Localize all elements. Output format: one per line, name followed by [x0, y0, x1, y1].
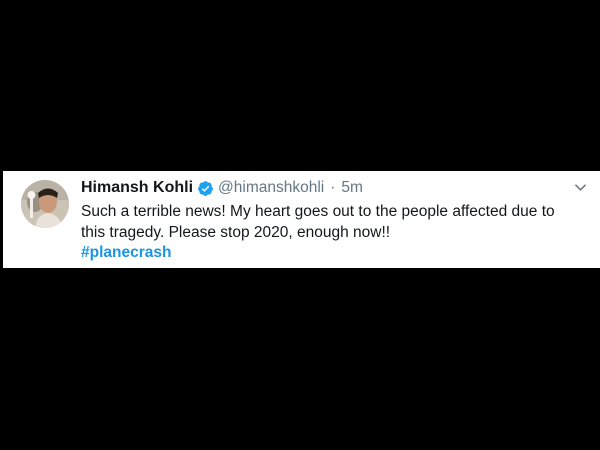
separator-dot: · [330, 179, 336, 196]
tweet-text-line: this tragedy. Please stop 2020, enough n… [81, 223, 391, 241]
chevron-down-icon[interactable] [574, 181, 587, 194]
screenshot-frame: Himansh Kohli @himanshkohli · 5m Such a … [0, 0, 600, 450]
avatar[interactable] [21, 180, 69, 228]
display-name[interactable]: Himansh Kohli [81, 179, 193, 197]
profile-photo-icon [21, 180, 69, 228]
timestamp[interactable]: 5m [341, 179, 363, 197]
verified-badge-icon [198, 180, 213, 196]
hashtag-link[interactable]: #planecrash [81, 244, 171, 261]
tweet-card[interactable]: Himansh Kohli @himanshkohli · 5m Such a … [3, 171, 600, 268]
tweet-text-line: Such a terrible news! My heart goes out … [81, 203, 555, 220]
tweet-header: Himansh Kohli @himanshkohli · 5m [81, 178, 363, 198]
user-handle[interactable]: @himanshkohli [218, 179, 324, 197]
tweet-text: Such a terrible news! My heart goes out … [81, 202, 586, 264]
